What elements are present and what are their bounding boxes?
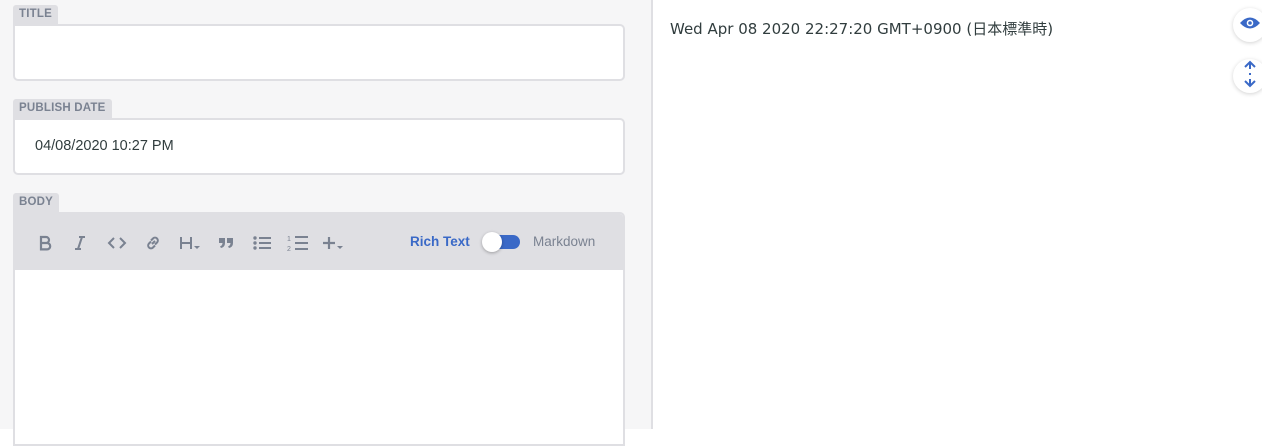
toggle-knob [482, 232, 502, 252]
quote-icon[interactable] [214, 232, 238, 254]
markdown-label[interactable]: Markdown [533, 234, 595, 249]
svg-text:1: 1 [287, 236, 291, 243]
mode-toggle[interactable] [482, 232, 520, 252]
editor-toolbar: 12 Rich Text Markdown [15, 214, 623, 270]
heading-icon[interactable] [178, 232, 202, 254]
body-content-area[interactable] [15, 270, 623, 444]
eye-icon [1239, 16, 1261, 35]
svg-text:2: 2 [287, 246, 291, 252]
rich-text-label[interactable]: Rich Text [410, 234, 470, 249]
bold-icon[interactable] [33, 232, 57, 254]
title-label: TITLE [13, 5, 58, 24]
code-icon[interactable] [105, 232, 129, 254]
publish-date-label: PUBLISH DATE [13, 99, 112, 118]
italic-icon[interactable] [68, 232, 92, 254]
body-label: BODY [13, 193, 60, 212]
publish-date-input[interactable]: 04/08/2020 10:27 PM [13, 118, 625, 175]
editor-pane: TITLE PUBLISH DATE 04/08/2020 10:27 PM B… [0, 0, 651, 446]
preview-pane: Wed Apr 08 2020 22:27:20 GMT+0900 (日本標準時… [653, 0, 1262, 429]
scroll-sync-button[interactable] [1233, 59, 1262, 93]
body-editor: 12 Rich Text Markdown [13, 212, 625, 446]
title-input[interactable] [13, 24, 625, 81]
toggle-preview-button[interactable] [1233, 8, 1262, 42]
publish-date-value: 04/08/2020 10:27 PM [35, 138, 174, 154]
bulleted-list-icon[interactable] [250, 232, 274, 254]
add-component-icon[interactable] [322, 232, 346, 254]
numbered-list-icon[interactable]: 12 [286, 232, 310, 254]
preview-date-text: Wed Apr 08 2020 22:27:20 GMT+0900 (日本標準時… [670, 20, 1054, 38]
link-icon[interactable] [141, 232, 165, 254]
scroll-sync-icon [1243, 60, 1257, 93]
